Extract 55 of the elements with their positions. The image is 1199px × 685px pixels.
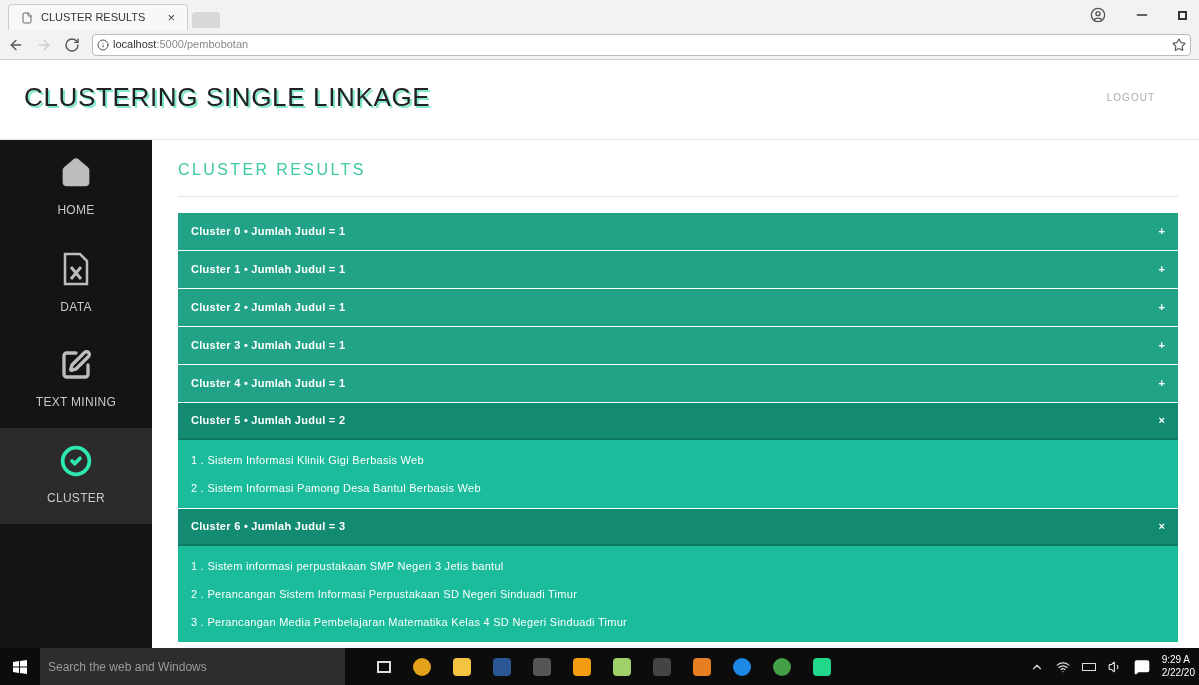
clock-time: 9:29 A: [1161, 654, 1190, 667]
url-text: localhost:5000/pembobotan: [113, 37, 249, 53]
accordion-header[interactable]: Cluster 2 • Jumlah Judul = 1 +: [178, 289, 1178, 326]
toggle-icon: +: [1158, 261, 1165, 278]
toggle-icon: ×: [1158, 518, 1165, 535]
accordion-header[interactable]: Cluster 1 • Jumlah Judul = 1 +: [178, 251, 1178, 288]
title-item: 1 . Sistem Informasi Klinik Gigi Berbasis Web: [191, 452, 425, 468]
search-field[interactable]: Search the web and Windows: [40, 648, 345, 685]
accordion-header[interactable]: Cluster 6 • Jumlah Judul = 3 ×: [178, 509, 1178, 546]
close-tab-button[interactable]: ×: [167, 7, 175, 28]
app-title: CLUSTERING SINGLE LINKAGE: [24, 81, 431, 114]
toggle-icon: +: [1158, 375, 1165, 392]
cluster-title: Cluster 2 • Jumlah Judul = 1: [191, 300, 346, 316]
task-view-icon[interactable]: [377, 660, 391, 673]
browser-tab[interactable]: CLUSTER RESULTS ×: [8, 4, 188, 30]
profile-icon[interactable]: [1090, 7, 1106, 23]
windows-logo-icon[interactable]: [13, 659, 27, 674]
cluster-title: Cluster 0 • Jumlah Judul = 1: [191, 224, 346, 240]
tab-title: CLUSTER RESULTS: [41, 10, 147, 26]
title-item: 1 . Sistem informasi perpustakaan SMP Negeri 3 Jetis bantul: [191, 558, 505, 574]
battery-icon[interactable]: [1081, 662, 1096, 671]
page-title: CLUSTER RESULTS: [178, 140, 1178, 197]
toggle-icon: +: [1158, 299, 1165, 316]
toggle-icon: +: [1158, 337, 1165, 354]
sidebar-item[interactable]: CLUSTER: [0, 428, 152, 524]
accordion-header[interactable]: Cluster 4 • Jumlah Judul = 1 +: [178, 365, 1178, 402]
home-icon: [60, 157, 92, 189]
address-field[interactable]: localhost:5000/pembobotan: [92, 33, 1191, 56]
cluster-title: Cluster 4 • Jumlah Judul = 1: [191, 376, 346, 392]
sidebar-item[interactable]: TEXT MINING: [0, 332, 152, 428]
restore-icon[interactable]: [1178, 10, 1187, 20]
spreadsheet-file-icon: [63, 252, 89, 286]
accordion-header[interactable]: Cluster 0 • Jumlah Judul = 1 +: [178, 213, 1178, 250]
cluster-title: Cluster 3 • Jumlah Judul = 1: [191, 338, 346, 354]
toggle-icon: +: [1158, 223, 1165, 240]
edit-icon: [60, 349, 92, 381]
accordion-header[interactable]: Cluster 3 • Jumlah Judul = 1 +: [178, 327, 1178, 364]
toggle-icon: ×: [1158, 412, 1165, 429]
title-item: 2 . Perancangan Sistem Informasi Perpustakaan SD Negeri Sinduadi Timur: [191, 586, 579, 602]
reload-button[interactable]: [64, 36, 80, 53]
page-icon: [21, 11, 33, 24]
bookmark-star-icon[interactable]: [1172, 37, 1186, 52]
network-icon[interactable]: [1055, 659, 1070, 674]
cluster-title: Cluster 1 • Jumlah Judul = 1: [191, 262, 346, 278]
cluster-title: Cluster 5 • Jumlah Judul = 2: [191, 413, 346, 429]
notification-icon[interactable]: [1133, 658, 1150, 675]
title-item: 2 . Sistem Informasi Pamong Desa Bantul Berbasis Web: [191, 480, 482, 496]
check-circle-icon: [60, 445, 92, 477]
accordion-header[interactable]: Cluster 5 • Jumlah Judul = 2 ×: [178, 403, 1178, 440]
sidebar-item[interactable]: DATA: [0, 236, 152, 332]
title-item: 3 . Perancangan Media Pembelajaran Matematika Kelas 4 SD Negeri Sinduadi Timur: [191, 614, 628, 630]
cluster-title: Cluster 6 • Jumlah Judul = 3: [191, 519, 346, 535]
clock-date: 2/22/20: [1161, 666, 1195, 679]
sidebar-item[interactable]: HOME: [0, 140, 152, 236]
info-icon: [97, 38, 109, 51]
